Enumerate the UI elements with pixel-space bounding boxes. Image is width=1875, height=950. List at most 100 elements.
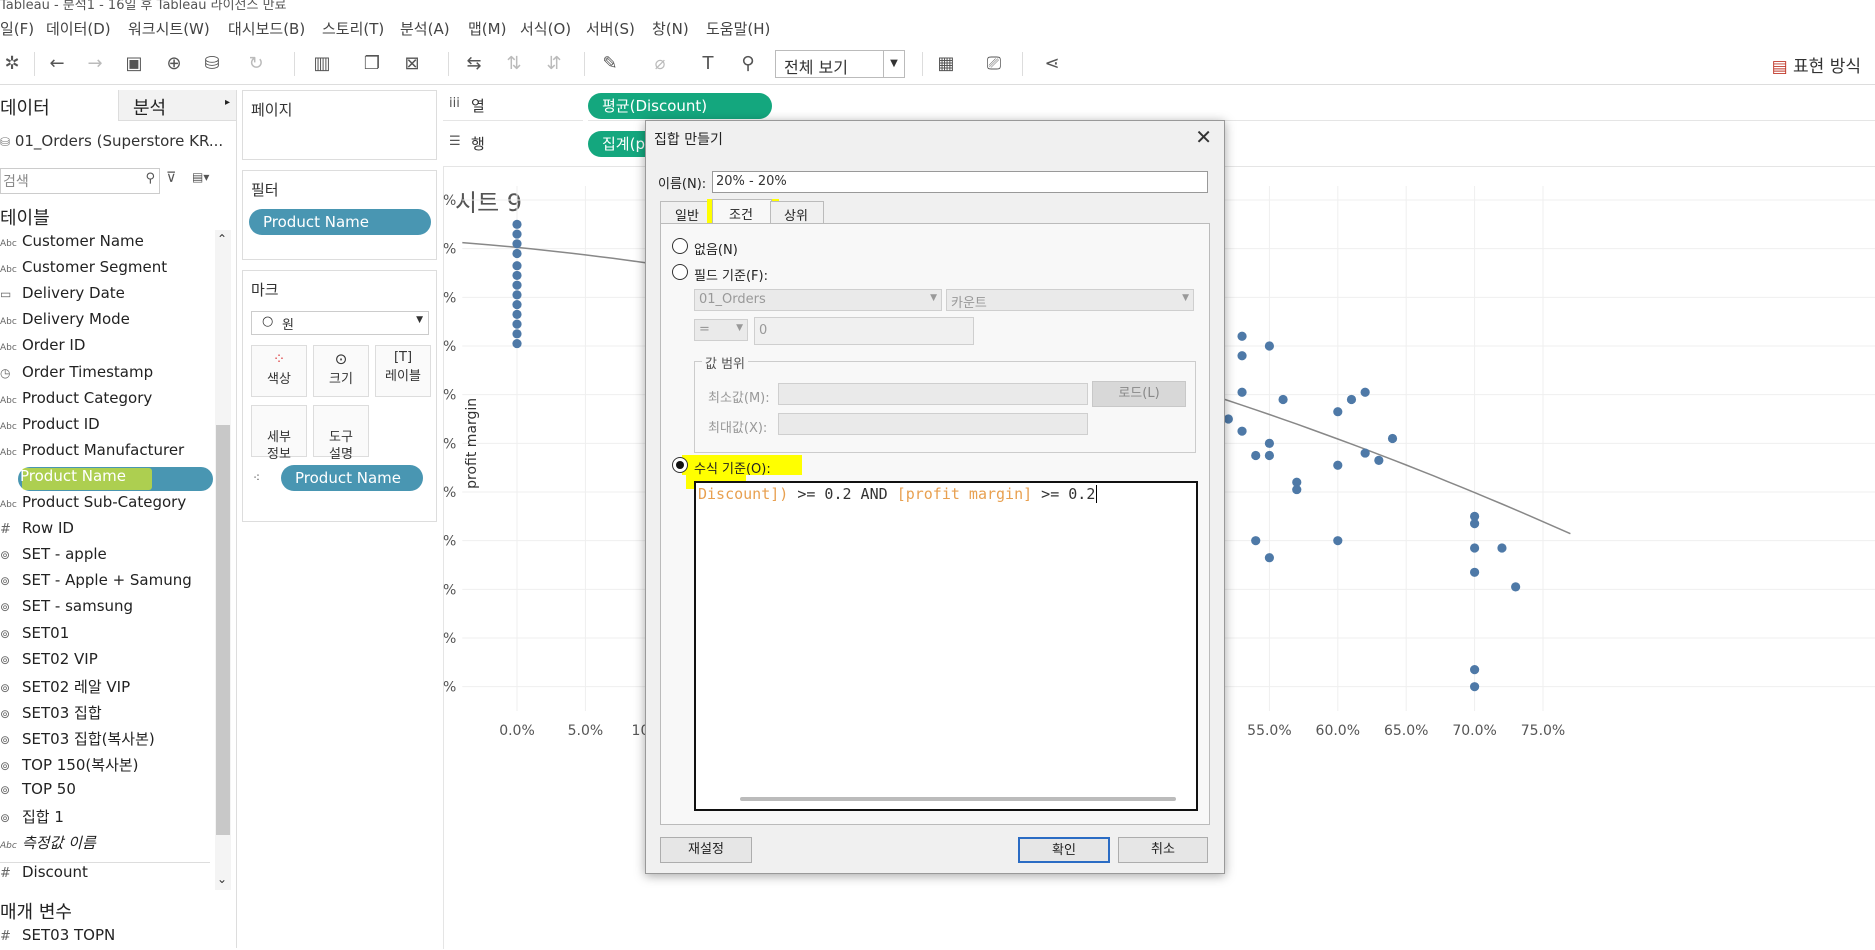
data-point[interactable] [512, 270, 522, 281]
columns-pill-avg-discount[interactable]: 평균(Discount) [588, 93, 772, 119]
field-item[interactable]: Abc Customer Segment [0, 258, 210, 282]
filter-pill-product-name[interactable]: Product Name [249, 209, 431, 235]
menu-item[interactable]: 서식(O) [520, 18, 571, 39]
data-point[interactable] [1470, 665, 1480, 675]
data-point[interactable] [1470, 519, 1480, 529]
cancel-button[interactable]: 취소 [1118, 837, 1208, 863]
data-point[interactable] [512, 248, 522, 259]
sort-asc-icon[interactable]: ⇅ [502, 52, 526, 76]
tab-data[interactable]: 데이터 [0, 90, 118, 122]
data-point[interactable] [1374, 455, 1384, 465]
field-item[interactable]: ⊚ SET03 집합 [0, 702, 210, 726]
field-item[interactable]: Abc Product Sub-Category [0, 493, 210, 517]
data-point[interactable] [512, 329, 522, 339]
mark-type-select[interactable]: ○ 원 ▼ [251, 311, 429, 335]
sort-desc-icon[interactable]: ⇵ [542, 52, 566, 76]
filters-card[interactable]: 필터 Product Name [242, 170, 437, 260]
data-point[interactable] [512, 290, 522, 300]
data-point[interactable] [1511, 582, 1521, 592]
tab-condition[interactable]: 조건 [712, 199, 772, 224]
datasource-item[interactable]: ⛁ 01_Orders (Superstore KR... [0, 132, 223, 150]
data-point[interactable] [512, 338, 522, 349]
detail-pill-product-name[interactable]: Product Name [281, 465, 423, 491]
menu-item[interactable]: 스토리(T) [322, 18, 384, 39]
data-point[interactable] [512, 239, 522, 249]
menu-item[interactable]: 창(N) [652, 18, 689, 39]
operator-select[interactable]: = ▼ [694, 319, 748, 341]
data-point[interactable] [512, 261, 522, 271]
swap-axes-icon[interactable]: ⇆ [462, 52, 486, 76]
radio-by-field[interactable] [672, 264, 688, 280]
undo-icon[interactable]: ← [45, 52, 69, 76]
field-item[interactable]: ⊚ SET - samsung [0, 597, 210, 621]
data-point[interactable] [1333, 407, 1343, 417]
refresh-icon[interactable]: ↻ [244, 52, 268, 76]
field-item[interactable]: # Row ID [0, 519, 210, 543]
highlight-icon[interactable]: ✎ [598, 52, 622, 76]
field-item[interactable]: Abc 측정값 이름 [0, 832, 210, 856]
tab-general[interactable]: 일반 [660, 201, 714, 224]
field-search-input[interactable]: 검색 ⚲ [0, 168, 160, 194]
formula-editor[interactable]: Discount]) >= 0.2 AND [profit margin] >=… [694, 481, 1198, 811]
field-item[interactable]: ⊚ TOP 50 [0, 780, 210, 804]
field-item[interactable]: ▭ Delivery Date [0, 284, 210, 308]
data-point[interactable] [1387, 433, 1398, 444]
menu-item[interactable]: 맵(M) [468, 18, 506, 39]
menu-item[interactable]: 대시보드(B) [228, 18, 305, 39]
data-point[interactable] [1360, 387, 1370, 397]
clear-sheet-icon[interactable]: ⊠ [400, 52, 424, 76]
field-item[interactable]: ⊚ SET02 레알 VIP [0, 676, 210, 700]
data-point[interactable] [1278, 394, 1288, 405]
menu-item[interactable]: 분석(A) [400, 18, 450, 39]
menu-item[interactable]: 워크시트(W) [128, 18, 210, 39]
menu-item[interactable]: 데이터(D) [46, 18, 111, 39]
color-button[interactable]: ⁘ 색상 [251, 345, 307, 397]
field-item[interactable]: AbcProduct Name [18, 466, 213, 491]
menu-item[interactable]: 도움말(H) [706, 18, 770, 39]
data-point[interactable] [1360, 448, 1370, 458]
data-point[interactable] [1237, 387, 1247, 397]
data-point[interactable] [1346, 394, 1357, 405]
field-item[interactable]: ⊚ 집합 1 [0, 806, 210, 830]
field-item[interactable]: ⊚ TOP 150(복사본) [0, 754, 210, 778]
field-item[interactable]: ⊚ SET - apple [0, 545, 210, 569]
card-view-icon[interactable]: ▦ [934, 52, 958, 76]
pin-icon[interactable]: ⚲ [736, 52, 760, 76]
scrollbar-thumb[interactable] [216, 425, 230, 835]
data-point[interactable] [1470, 682, 1480, 692]
share-icon[interactable]: ⋖ [1040, 52, 1064, 76]
data-point[interactable] [1292, 484, 1302, 495]
view-fit-select[interactable]: 전체 보기 ▼ [775, 50, 905, 78]
duplicate-sheet-icon[interactable]: ❐ [360, 52, 384, 76]
tab-top[interactable]: 상위 [770, 201, 824, 224]
label-button[interactable]: [T] 레이블 [375, 345, 431, 397]
data-point[interactable] [1237, 426, 1247, 436]
new-datasource-icon[interactable]: ⊕ [162, 52, 186, 76]
data-point[interactable] [512, 280, 522, 290]
labels-icon[interactable]: T [696, 52, 720, 76]
field-item[interactable]: ⊚ SET03 집합(복사본) [0, 728, 210, 752]
data-point[interactable] [1264, 341, 1274, 351]
field-item[interactable]: Abc Product Category [0, 389, 210, 413]
field-item[interactable]: ⊚ SET - Apple + Samung [0, 571, 210, 595]
field-item[interactable]: # SET03 TOPN [0, 926, 210, 950]
data-point[interactable] [1264, 450, 1274, 461]
show-me-button[interactable]: ▤ 표현 방식 [1772, 52, 1861, 77]
data-point[interactable] [512, 319, 522, 329]
data-point[interactable] [512, 229, 522, 239]
new-sheet-icon[interactable]: ▥ [310, 52, 334, 76]
max-value-input[interactable] [778, 413, 1088, 435]
field-item[interactable]: ◷ Order Timestamp [0, 363, 210, 387]
value-input[interactable]: 0 [754, 317, 974, 345]
presentation-icon[interactable]: ⎚ [982, 52, 1006, 76]
data-point[interactable] [512, 219, 522, 229]
set-name-input[interactable]: 20% - 20% [712, 171, 1208, 193]
columns-shelf[interactable] [588, 90, 1875, 121]
data-point[interactable] [1264, 438, 1274, 448]
data-point[interactable] [512, 309, 522, 319]
data-point[interactable] [1264, 553, 1274, 563]
min-value-input[interactable] [778, 383, 1088, 405]
field-item[interactable]: ⊚ SET01 [0, 624, 210, 648]
data-point[interactable] [1251, 450, 1261, 461]
data-point[interactable] [1470, 567, 1480, 577]
